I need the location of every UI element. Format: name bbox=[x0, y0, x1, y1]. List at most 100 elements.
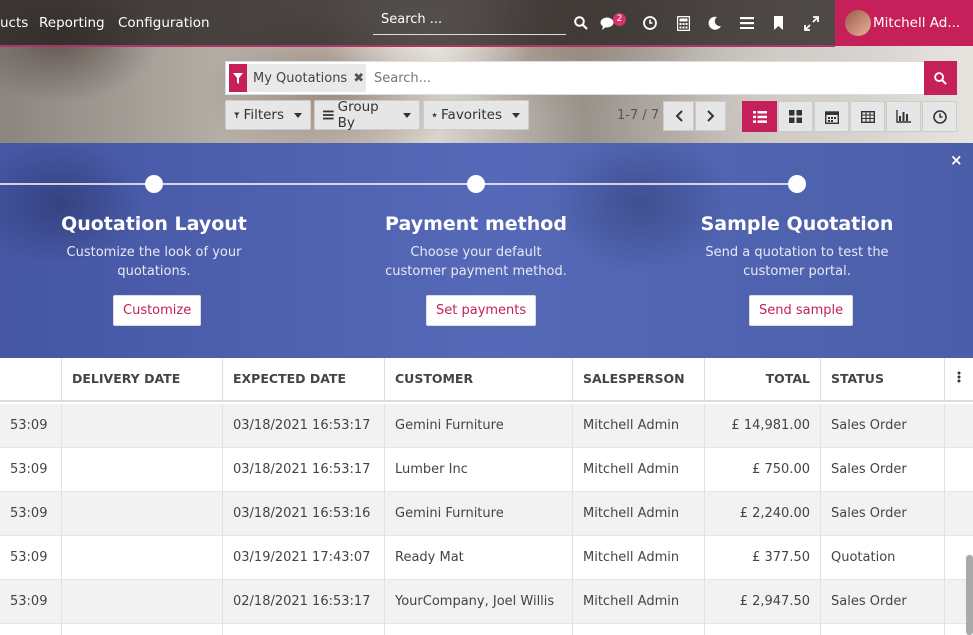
cell-expected-date: 02/18/2021 16:53:17 bbox=[223, 580, 385, 624]
avatar bbox=[845, 10, 871, 36]
pager-previous-button[interactable] bbox=[663, 101, 694, 131]
calendar-icon bbox=[824, 110, 839, 124]
table-row[interactable]: 53:09 03/18/2021 16:53:17 Lumber Inc Mit… bbox=[0, 448, 973, 492]
step-dot-2 bbox=[467, 175, 485, 193]
cell-total: £ 2,240.00 bbox=[705, 492, 821, 536]
cell-order-date: 53:09 bbox=[0, 536, 62, 580]
cell-status: Sales Order bbox=[821, 448, 945, 492]
table-row[interactable]: 53:09 03/19/2021 17:43:07 Ready Mat Mitc… bbox=[0, 536, 973, 580]
column-header-salesperson[interactable]: SALESPERSON bbox=[573, 358, 705, 400]
filters-button[interactable]: Filters bbox=[225, 100, 311, 130]
cell-expected-date: 03/19/2021 17:43:07 bbox=[223, 536, 385, 580]
cell-customer: Gemini Furniture bbox=[385, 404, 573, 448]
clock-icon[interactable] bbox=[640, 12, 660, 34]
column-header-delivery-date[interactable]: DELIVERY DATE bbox=[62, 358, 223, 400]
bookmark-icon[interactable] bbox=[768, 12, 788, 34]
chevron-left-icon bbox=[675, 110, 683, 122]
cell-expected-date: 03/18/2021 16:53:16 bbox=[223, 492, 385, 536]
column-header-expected-date[interactable]: EXPECTED DATE bbox=[223, 358, 385, 400]
cell-total: £ 377.50 bbox=[705, 536, 821, 580]
chevron-down-icon bbox=[294, 112, 302, 118]
star-icon bbox=[432, 112, 438, 118]
step-title: Quotation Layout bbox=[61, 213, 247, 235]
cell-order-date: 53:09 bbox=[0, 404, 62, 448]
cell-total: £ 14,981.00 bbox=[705, 404, 821, 448]
progress-line bbox=[0, 183, 797, 185]
cell-status: Quotation bbox=[821, 536, 945, 580]
step-payment-method: Payment method Choose your default custo… bbox=[346, 213, 606, 281]
send-sample-button[interactable]: Send sample bbox=[749, 295, 854, 326]
pager-next-button[interactable] bbox=[695, 101, 726, 131]
step-description: Choose your default customer payment met… bbox=[385, 245, 567, 279]
kanban-view-button[interactable] bbox=[778, 101, 813, 132]
table-row[interactable]: 53:09 03/18/2021 16:53:17 Gemini Furnitu… bbox=[0, 404, 973, 448]
step-dot-1 bbox=[145, 175, 163, 193]
cell-salesperson: Mitchell Admin bbox=[573, 404, 705, 448]
cell-delivery-date bbox=[62, 624, 223, 635]
filter-icon bbox=[229, 64, 247, 92]
graph-view-button[interactable] bbox=[886, 101, 921, 132]
column-header-status[interactable]: STATUS bbox=[821, 358, 945, 400]
nav-underline bbox=[0, 45, 835, 47]
step-dot-3 bbox=[788, 175, 806, 193]
table-row[interactable]: 53:09 02/18/2021 16:53:17 YourCompany, J… bbox=[0, 580, 973, 624]
cell-order-date: 53:09 bbox=[0, 448, 62, 492]
step-sample-quotation: Sample Quotation Send a quotation to tes… bbox=[667, 213, 927, 281]
menu-configuration[interactable]: Configuration bbox=[118, 0, 210, 46]
set-payments-button[interactable]: Set payments bbox=[426, 295, 537, 326]
cell-total: £ 2,947.50 bbox=[705, 580, 821, 624]
favorites-button[interactable]: Favorites bbox=[423, 100, 529, 130]
cell-status: Sales Order bbox=[821, 492, 945, 536]
activity-view-button[interactable] bbox=[922, 101, 957, 132]
global-search bbox=[373, 6, 566, 35]
cell-expected-date: 03/18/2021 16:53:17 bbox=[223, 404, 385, 448]
menu-icon[interactable] bbox=[737, 12, 757, 34]
filters-label: Filters bbox=[243, 107, 284, 123]
global-search-input[interactable] bbox=[373, 6, 566, 32]
cell-status: Sales Order bbox=[821, 580, 945, 624]
cell-customer: Lumber Inc bbox=[385, 448, 573, 492]
table-row[interactable] bbox=[0, 624, 973, 635]
calculator-icon[interactable] bbox=[673, 12, 693, 34]
step-description: Send a quotation to test the customer po… bbox=[705, 245, 889, 279]
cell-total bbox=[705, 624, 821, 635]
user-menu[interactable]: Mitchell Ad... bbox=[835, 0, 973, 46]
calendar-view-button[interactable] bbox=[814, 101, 849, 132]
cell-order-date: 53:09 bbox=[0, 580, 62, 624]
moon-icon[interactable] bbox=[705, 12, 725, 34]
cell-customer: YourCompany, Joel Willis bbox=[385, 580, 573, 624]
cell-order-date bbox=[0, 624, 62, 635]
messages-count-badge: 2 bbox=[613, 13, 626, 26]
customize-button[interactable]: Customize bbox=[113, 295, 202, 326]
filter-icon bbox=[234, 111, 240, 119]
scrollbar[interactable] bbox=[966, 555, 973, 635]
list-view-button[interactable] bbox=[742, 101, 777, 132]
group-by-button[interactable]: Group By bbox=[314, 99, 420, 131]
cell-delivery-date bbox=[62, 404, 223, 448]
search-button[interactable] bbox=[924, 61, 957, 95]
filter-facet: My Quotations ✖ bbox=[229, 64, 369, 92]
column-options-icon[interactable] bbox=[945, 358, 973, 400]
onboarding-banner: Quotation Layout Customize the look of y… bbox=[0, 143, 973, 358]
kanban-icon bbox=[789, 110, 802, 123]
list-icon bbox=[323, 110, 334, 120]
chevron-down-icon bbox=[403, 112, 411, 118]
expand-icon[interactable] bbox=[801, 12, 821, 34]
pivot-view-button[interactable] bbox=[850, 101, 885, 132]
close-icon[interactable]: × bbox=[950, 151, 963, 169]
step-title: Payment method bbox=[385, 213, 567, 235]
pager-value[interactable]: 1-7 / 7 bbox=[617, 108, 659, 123]
menu-reporting[interactable]: Reporting bbox=[39, 0, 105, 46]
group-by-label: Group By bbox=[337, 99, 379, 131]
table-header: DELIVERY DATE EXPECTED DATE CUSTOMER SAL… bbox=[0, 358, 973, 402]
cell-delivery-date bbox=[62, 448, 223, 492]
column-header-order-date[interactable] bbox=[0, 358, 62, 400]
search-icon[interactable] bbox=[571, 12, 591, 34]
table-row[interactable]: 53:09 03/18/2021 16:53:16 Gemini Furnitu… bbox=[0, 492, 973, 536]
menu-products[interactable]: ucts bbox=[0, 0, 28, 46]
column-header-total[interactable]: TOTAL bbox=[705, 358, 821, 400]
search-input[interactable] bbox=[366, 62, 942, 94]
clock-icon bbox=[932, 109, 947, 124]
cell-delivery-date bbox=[62, 536, 223, 580]
column-header-customer[interactable]: CUSTOMER bbox=[385, 358, 573, 400]
